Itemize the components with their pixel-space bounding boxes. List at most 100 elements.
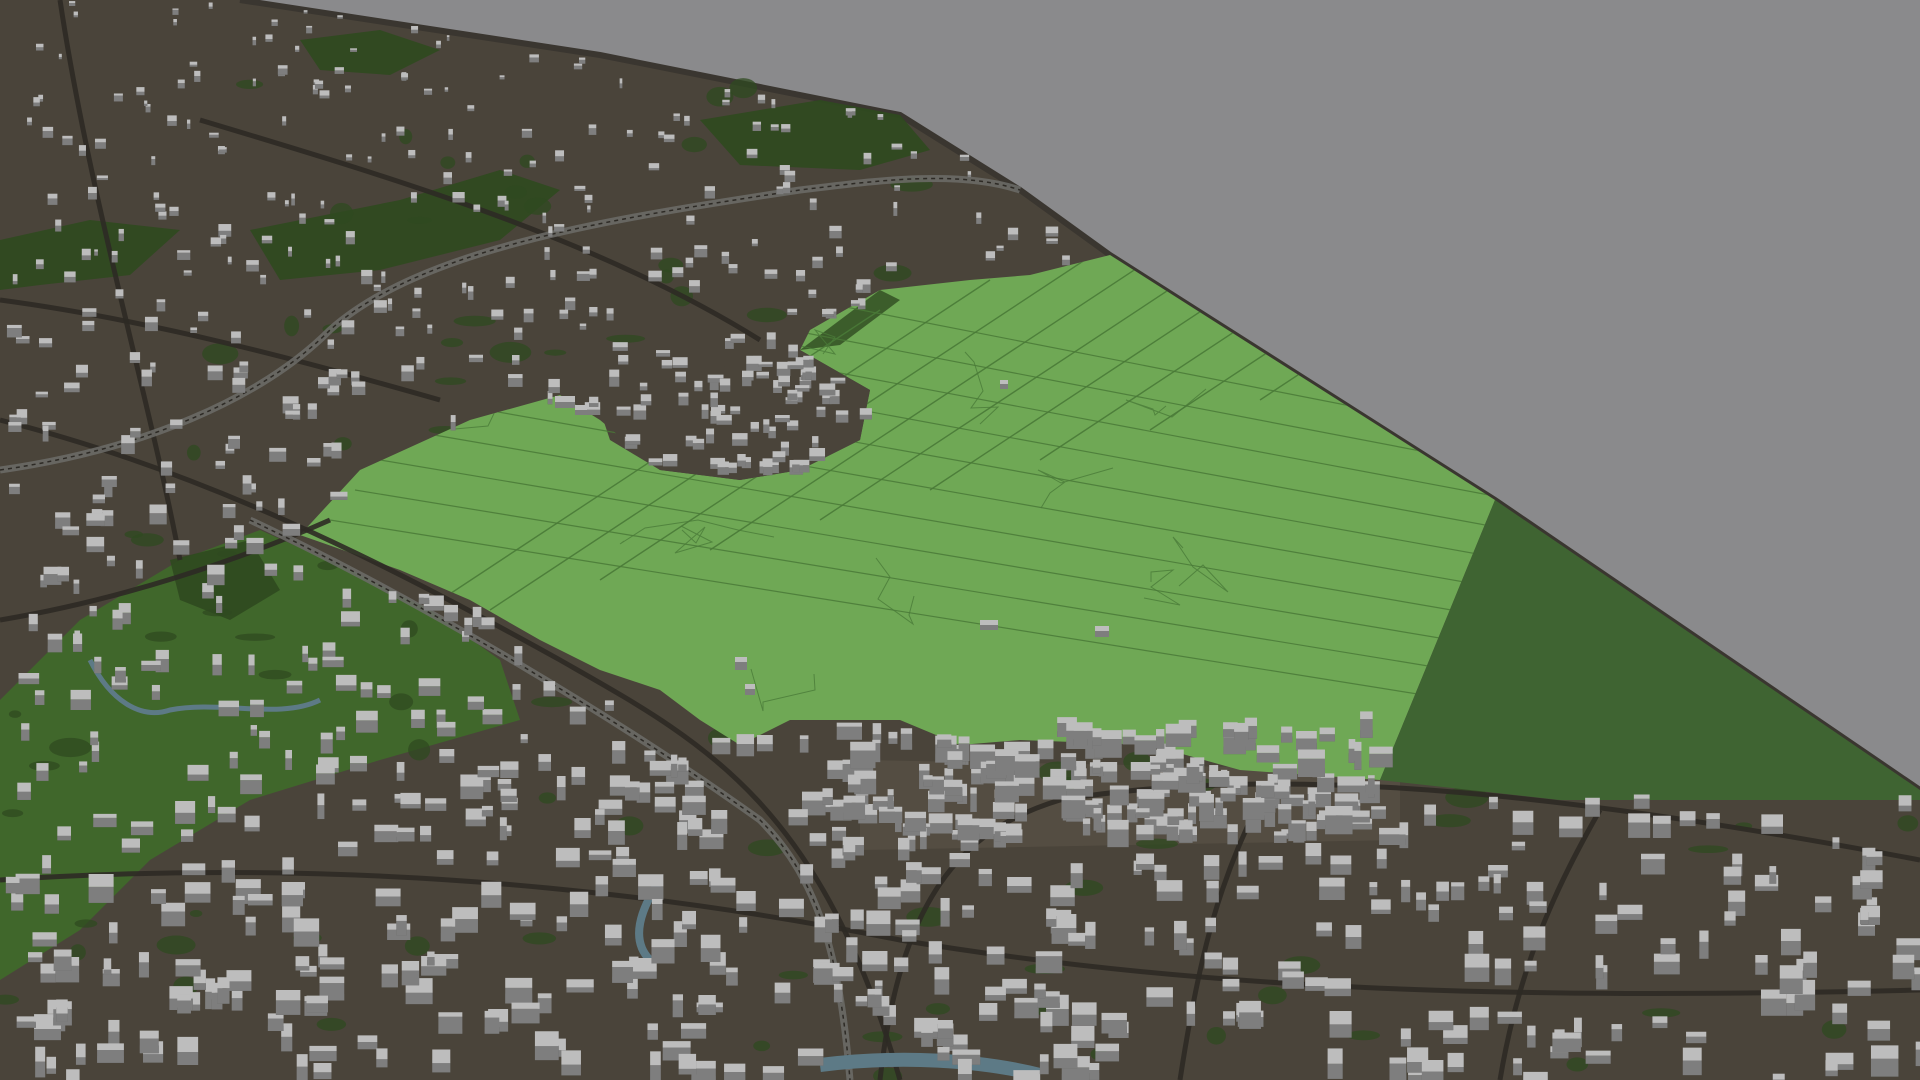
building-roof (604, 700, 614, 706)
building-roof (1238, 851, 1247, 865)
building-roof (64, 271, 76, 277)
building-roof (985, 251, 996, 259)
building-roof (373, 284, 381, 288)
building-roof (928, 813, 953, 824)
city-3d-map[interactable] (0, 0, 1920, 1080)
building-roof (94, 656, 102, 662)
building-roof (1892, 954, 1915, 963)
building-roof (781, 124, 791, 129)
building-roof (1186, 1001, 1196, 1014)
building-wall (571, 776, 586, 785)
building-wall (1421, 1071, 1444, 1080)
building-roof (285, 410, 300, 415)
building-roof (472, 606, 482, 618)
building-wall (167, 121, 177, 126)
building-roof (242, 475, 252, 484)
building-wall (728, 268, 738, 274)
building-wall (1867, 1029, 1891, 1041)
building-roof (1478, 876, 1490, 882)
building-wall (239, 365, 249, 373)
building-roof (694, 245, 708, 250)
building-roof (663, 134, 675, 139)
building-roof (1652, 815, 1671, 824)
building-wall (505, 283, 515, 288)
building-roof (850, 909, 864, 921)
building-roof (432, 1049, 451, 1064)
building-wall (439, 756, 455, 763)
building-wall (36, 770, 49, 781)
building-roof (928, 941, 942, 955)
building-roof (1416, 892, 1426, 900)
building-roof (64, 382, 80, 389)
building-roof (440, 918, 456, 927)
building-roof (436, 850, 454, 859)
building-wall (187, 774, 209, 781)
building-wall (569, 904, 589, 917)
building-wall (1803, 962, 1817, 978)
building-roof (855, 996, 868, 1002)
building-wall (86, 546, 105, 553)
building-wall (357, 1042, 378, 1050)
building-roof (772, 451, 786, 458)
green-patch (434, 377, 467, 385)
building-wall (341, 621, 360, 627)
building-roof (906, 862, 922, 871)
building-roof (650, 247, 663, 253)
building-roof (940, 897, 950, 911)
building-wall (465, 157, 472, 163)
building-roof (306, 995, 328, 1004)
building-roof (96, 175, 108, 179)
building-wall (514, 653, 523, 666)
building-wall (1511, 845, 1526, 851)
map-viewport[interactable] (0, 0, 1920, 1080)
building-roof (194, 70, 201, 77)
building-wall (306, 27, 313, 34)
building-wall (295, 49, 300, 52)
building-wall (711, 818, 728, 834)
building-roof (420, 825, 432, 836)
building-wall (322, 660, 344, 668)
building-wall (584, 200, 593, 203)
building-roof (291, 193, 295, 199)
building-roof (387, 298, 393, 305)
building-roof (212, 654, 222, 665)
building-wall (742, 377, 754, 381)
building-wall (225, 450, 235, 454)
building-wall (832, 976, 854, 982)
building-roof (1628, 813, 1651, 823)
building-roof (106, 555, 115, 561)
building-wall (436, 858, 454, 865)
building-roof (763, 461, 773, 467)
building-roof (728, 264, 738, 269)
building-wall (940, 910, 950, 927)
building-roof (992, 801, 1015, 812)
building-roof (1334, 793, 1359, 802)
building-roof (836, 246, 843, 254)
building-wall (992, 811, 1015, 819)
building-wall (1130, 771, 1151, 780)
building-wall (1222, 986, 1240, 992)
building-wall (651, 904, 663, 921)
building-wall (299, 217, 306, 224)
building-roof (937, 734, 952, 740)
building-wall (42, 431, 49, 442)
building-roof (778, 375, 790, 383)
building-roof (680, 1023, 707, 1029)
building-roof (1014, 997, 1039, 1003)
building-roof (512, 354, 520, 361)
building-roof (42, 855, 52, 869)
building-wall (1101, 771, 1118, 783)
building-wall (548, 387, 560, 394)
building-wall (872, 1006, 890, 1016)
building-roof (803, 355, 814, 360)
green-patch (681, 136, 707, 153)
building-wall (231, 998, 243, 1011)
building-wall (345, 237, 355, 245)
building-wall (307, 462, 321, 467)
building-roof (1165, 723, 1192, 734)
building-roof (724, 89, 731, 93)
building-wall (1220, 793, 1236, 802)
building-roof (503, 169, 513, 172)
building-wall (1206, 888, 1219, 903)
building-roof (1401, 879, 1411, 887)
